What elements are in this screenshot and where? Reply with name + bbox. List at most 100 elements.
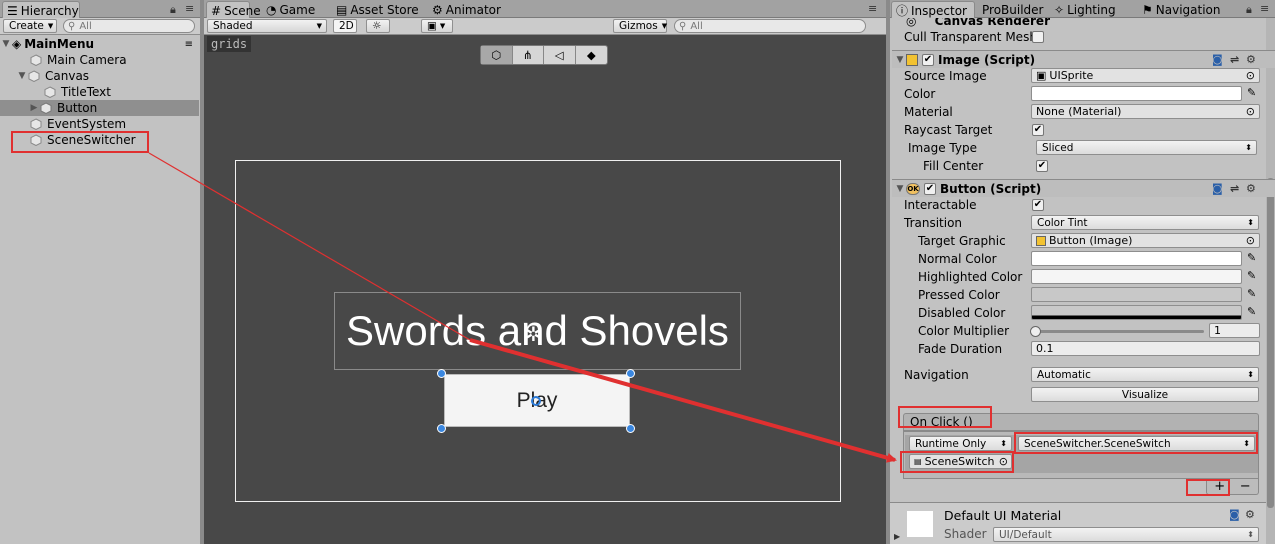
inspector-scrollbar[interactable] — [1266, 18, 1275, 544]
target-graphic-field[interactable]: Button (Image) ⊙ — [1031, 233, 1260, 248]
pressed-color-field[interactable] — [1031, 287, 1242, 302]
button-script-header[interactable]: ▼ OK ✔ Button (Script) ◙ ⇌ ⚙ — [892, 179, 1275, 197]
material-field[interactable]: None (Material) ⊙ — [1031, 104, 1260, 119]
fill-center-checkbox[interactable]: ✔ — [1036, 160, 1048, 172]
tab-animator[interactable]: ⚙ Animator — [428, 1, 507, 18]
shader-dropdown[interactable]: UI/Default ⬍ — [993, 527, 1259, 542]
scene-row[interactable]: ▼ ◈ MainMenu ≡ — [0, 36, 199, 52]
gizmos-dropdown[interactable]: Gizmos ▼ — [613, 19, 667, 33]
image-script-header[interactable]: ▼ ✔ Image (Script) ◙ ⇌ ⚙ — [892, 50, 1275, 68]
interactable-checkbox[interactable]: ✔ — [1032, 199, 1044, 211]
raycast-target-checkbox[interactable]: ✔ — [1032, 124, 1044, 136]
highlighted-color-field[interactable] — [1031, 269, 1242, 284]
tab-navigation[interactable]: ⚑ Navigation — [1138, 1, 1227, 18]
color-multiplier-input[interactable]: 1 — [1209, 323, 1260, 338]
preset-icon[interactable]: ⇌ — [1230, 53, 1239, 66]
hierarchy-item-sceneswitcher[interactable]: SceneSwitcher — [0, 132, 199, 148]
hierarchy-item-button[interactable]: ▶ Button — [0, 100, 199, 116]
remove-listener-button[interactable]: − — [1233, 479, 1259, 494]
target-object-field[interactable]: ▤ SceneSwitch ⊙ — [909, 454, 1012, 469]
object-picker-icon[interactable]: ⊙ — [998, 455, 1008, 468]
help-icon[interactable]: ◙ — [1229, 508, 1240, 521]
canvas-renderer-header[interactable]: ◎ Canvas Renderer — [892, 18, 1262, 30]
scene-viewport[interactable]: grids ⬡ ⋔ ◁ ◆ Swords and Shovels ✲ Play — [204, 35, 886, 544]
create-button[interactable]: Create ▼ — [3, 19, 57, 33]
tab-game[interactable]: ◔ Game — [262, 1, 321, 18]
unity-logo-icon: ◈ — [12, 37, 22, 51]
lock-icon[interactable]: 🔒︎ — [170, 3, 176, 17]
normal-color-field[interactable] — [1031, 251, 1242, 266]
tab-inspector[interactable]: ⓘ Inspector — [891, 1, 975, 18]
face-tool-icon[interactable]: ◆ — [576, 46, 607, 64]
pivot-handle[interactable] — [531, 396, 541, 406]
hierarchy-item-titletext[interactable]: TitleText — [0, 84, 199, 100]
effects-dropdown[interactable]: ▣ ▼ — [421, 19, 453, 33]
help-icon[interactable]: ◙ — [1212, 53, 1223, 66]
shading-mode-dropdown[interactable]: Shaded ▼ — [207, 19, 327, 33]
tab-probuilder[interactable]: ProBuilder — [978, 1, 1049, 18]
button-enabled-checkbox[interactable]: ✔ — [924, 182, 936, 195]
resize-handle[interactable] — [626, 424, 635, 433]
tab-scene[interactable]: # Scene — [206, 1, 261, 18]
object-picker-icon[interactable]: ⊙ — [1246, 69, 1255, 82]
runtime-only-dropdown[interactable]: Runtime Only ⬍ — [909, 436, 1012, 451]
preset-icon[interactable]: ⇌ — [1230, 182, 1239, 195]
foldout-icon[interactable]: ▼ — [894, 55, 906, 65]
source-image-field[interactable]: ▣ UISprite ⊙ — [1031, 68, 1260, 83]
fill-center-label: Fill Center — [923, 159, 984, 173]
help-icon[interactable]: ◙ — [1212, 182, 1223, 195]
color-multiplier-slider[interactable] — [1034, 330, 1204, 333]
transition-dropdown[interactable]: Color Tint ⬍ — [1031, 215, 1259, 230]
cube-tool-icon[interactable]: ⬡ — [481, 46, 513, 64]
image-type-dropdown[interactable]: Sliced ⬍ — [1036, 140, 1257, 155]
lock-icon[interactable]: 🔒︎ — [1246, 3, 1252, 17]
eyedropper-icon[interactable]: ✎ — [1247, 305, 1259, 319]
navigation-dropdown[interactable]: Automatic ⬍ — [1031, 367, 1259, 382]
eyedropper-icon[interactable]: ✎ — [1247, 287, 1259, 301]
tab-lighting[interactable]: ✧ Lighting — [1050, 1, 1122, 18]
lighting-toggle-button[interactable]: ☼ — [366, 19, 390, 33]
resize-handle[interactable] — [437, 424, 446, 433]
vertex-tool-icon[interactable]: ⋔ — [513, 46, 544, 64]
fade-duration-input[interactable]: 0.1 — [1031, 341, 1260, 356]
slider-thumb[interactable] — [1030, 326, 1041, 337]
eyedropper-icon[interactable]: ✎ — [1247, 86, 1259, 100]
tab-asset-store[interactable]: ▤ Asset Store — [332, 1, 425, 18]
settings-gear-icon[interactable]: ⚙ — [1246, 53, 1256, 66]
object-picker-icon[interactable]: ⊙ — [1246, 105, 1255, 118]
eyedropper-icon[interactable]: ✎ — [1247, 269, 1259, 283]
object-picker-icon[interactable]: ⊙ — [1246, 234, 1255, 247]
edge-tool-icon[interactable]: ◁ — [544, 46, 576, 64]
hierarchy-item-main-camera[interactable]: Main Camera — [0, 52, 199, 68]
resize-handle[interactable] — [437, 369, 446, 378]
function-dropdown[interactable]: SceneSwitcher.SceneSwitch ⬍ — [1018, 436, 1255, 451]
menu-icon[interactable]: ≡ — [868, 2, 877, 15]
toggle-2d-button[interactable]: 2D — [333, 19, 357, 33]
expand-icon[interactable]: ▼ — [0, 39, 12, 49]
resize-handle[interactable] — [626, 369, 635, 378]
canvas-renderer-icon: ◎ — [906, 18, 917, 28]
settings-gear-icon[interactable]: ⚙ — [1245, 508, 1255, 521]
disabled-color-field[interactable] — [1031, 305, 1242, 320]
visualize-button[interactable]: Visualize — [1031, 387, 1259, 402]
foldout-icon[interactable]: ▼ — [894, 184, 906, 194]
scene-search-input[interactable]: ⚲ All — [674, 19, 866, 33]
image-enabled-checkbox[interactable]: ✔ — [922, 53, 934, 66]
hierarchy-item-canvas[interactable]: ▼ Canvas — [0, 68, 199, 84]
add-listener-button[interactable]: + — [1207, 479, 1233, 494]
scrollbar-thumb[interactable] — [1267, 178, 1274, 508]
tab-hierarchy[interactable]: ☰ Hierarchy — [2, 1, 80, 18]
expand-icon[interactable]: ▼ — [16, 71, 28, 81]
foldout-icon[interactable]: ▶ — [894, 532, 900, 541]
eyedropper-icon[interactable]: ✎ — [1247, 251, 1259, 265]
color-field[interactable] — [1031, 86, 1242, 101]
expand-icon[interactable]: ▶ — [28, 103, 40, 113]
settings-gear-icon[interactable]: ⚙ — [1246, 182, 1256, 195]
cull-transparent-mesh-checkbox[interactable] — [1032, 31, 1044, 43]
menu-icon[interactable]: ≡ — [185, 2, 194, 15]
menu-icon[interactable]: ≡ — [185, 39, 193, 50]
hierarchy-item-eventsystem[interactable]: EventSystem — [0, 116, 199, 132]
menu-icon[interactable]: ≡ — [1260, 2, 1269, 15]
updown-arrow-icon: ⬍ — [1245, 143, 1252, 152]
hierarchy-search-input[interactable]: ⚲ All — [63, 19, 195, 33]
